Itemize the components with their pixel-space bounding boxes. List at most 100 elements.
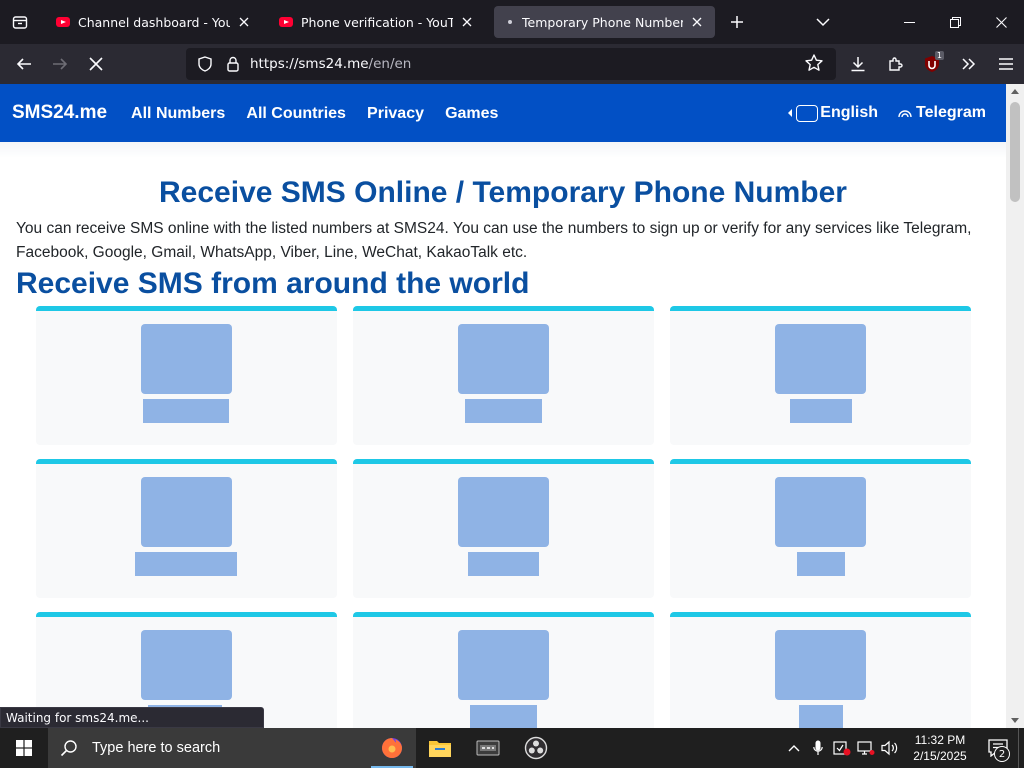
hamburger-menu-icon bbox=[998, 58, 1013, 70]
tray-volume[interactable] bbox=[878, 728, 902, 768]
flag-placeholder bbox=[141, 630, 232, 700]
language-dropdown[interactable]: English bbox=[788, 104, 878, 122]
label-placeholder bbox=[468, 552, 539, 576]
flag-placeholder bbox=[775, 630, 866, 700]
flag-placeholder bbox=[141, 324, 232, 394]
country-card[interactable] bbox=[670, 612, 971, 728]
nav-privacy[interactable]: Privacy bbox=[367, 105, 424, 122]
scroll-up-arrow-icon[interactable] bbox=[1011, 88, 1019, 94]
site-brand-link[interactable]: SMS24.me bbox=[12, 102, 107, 124]
double-chevron-right-icon bbox=[961, 58, 975, 70]
taskbar-firefox[interactable] bbox=[368, 728, 416, 768]
country-card[interactable] bbox=[670, 306, 971, 445]
restore-icon bbox=[949, 16, 961, 28]
taskbar-file-explorer[interactable] bbox=[416, 728, 464, 768]
tray-security[interactable] bbox=[830, 728, 854, 768]
clock-time: 11:32 PM bbox=[914, 733, 966, 747]
nav-all-countries[interactable]: All Countries bbox=[246, 105, 346, 122]
label-placeholder bbox=[143, 399, 229, 423]
address-bar[interactable]: https://sms24.me/en/en bbox=[186, 48, 836, 80]
country-card[interactable] bbox=[353, 612, 654, 728]
site-header-right: English Telegram bbox=[788, 84, 986, 142]
ublock-origin-button[interactable]: 1 bbox=[913, 48, 950, 80]
folder-icon bbox=[429, 741, 451, 757]
tray-network[interactable] bbox=[854, 728, 878, 768]
scroll-down-arrow-icon[interactable] bbox=[1011, 718, 1019, 724]
country-card[interactable] bbox=[353, 459, 654, 598]
action-center-button[interactable]: 2 bbox=[978, 728, 1018, 768]
tab-temporary-phone-numbers[interactable]: Temporary Phone Numbers | Receive SMS bbox=[494, 6, 715, 38]
bookmark-star-icon[interactable] bbox=[804, 53, 824, 77]
firefox-view-button[interactable] bbox=[0, 0, 40, 44]
taskbar-clock[interactable]: 11:32 PM 2/15/2025 bbox=[902, 732, 978, 764]
minimize-button[interactable] bbox=[886, 0, 932, 44]
extension-badge: 1 bbox=[934, 51, 944, 60]
tab-title: Phone verification - YouTube bbox=[301, 14, 453, 30]
language-label: English bbox=[820, 104, 879, 121]
plus-icon bbox=[731, 16, 743, 28]
url-text: https://sms24.me/en/en bbox=[250, 56, 411, 72]
country-card[interactable] bbox=[36, 459, 337, 598]
flag-placeholder bbox=[775, 477, 866, 547]
close-icon[interactable] bbox=[459, 14, 475, 30]
section-title: Receive SMS from around the world bbox=[16, 267, 530, 300]
back-arrow-icon bbox=[16, 58, 31, 70]
network-icon bbox=[857, 741, 875, 755]
stop-button[interactable] bbox=[78, 48, 114, 80]
country-card[interactable] bbox=[353, 306, 654, 445]
volume-icon bbox=[881, 740, 898, 756]
puzzle-icon bbox=[888, 57, 903, 71]
list-all-tabs-button[interactable] bbox=[803, 6, 843, 38]
label-placeholder bbox=[790, 399, 852, 423]
taskbar-obs-studio[interactable] bbox=[512, 728, 560, 768]
flag-placeholder bbox=[775, 324, 866, 394]
intro-text: You can receive SMS online with the list… bbox=[16, 220, 972, 261]
tab-bar: Channel dashboard - YouTube Studio Phone… bbox=[0, 0, 1024, 44]
telegram-icon bbox=[898, 110, 912, 118]
new-tab-button[interactable] bbox=[717, 6, 757, 38]
tracking-protection-shield-icon[interactable] bbox=[194, 53, 216, 75]
country-card[interactable] bbox=[670, 459, 971, 598]
more-tools-button[interactable] bbox=[950, 48, 987, 80]
close-icon[interactable] bbox=[236, 14, 252, 30]
minimize-icon bbox=[903, 21, 915, 23]
tab-title: Temporary Phone Numbers | Receive SMS bbox=[522, 14, 683, 30]
extensions-button[interactable] bbox=[876, 48, 913, 80]
tab-phone-verification[interactable]: Phone verification - YouTube bbox=[269, 6, 485, 38]
label-placeholder bbox=[465, 399, 542, 423]
close-icon[interactable] bbox=[689, 14, 705, 30]
restore-button[interactable] bbox=[932, 0, 978, 44]
label-placeholder bbox=[135, 552, 237, 576]
country-card[interactable] bbox=[36, 306, 337, 445]
label-placeholder bbox=[470, 705, 537, 728]
taskbar-search-box[interactable]: Type here to search bbox=[48, 728, 368, 768]
forward-button[interactable] bbox=[42, 48, 78, 80]
tab-channel-dashboard[interactable]: Channel dashboard - YouTube Studio bbox=[46, 6, 262, 38]
url-host: https://sms24.me bbox=[250, 56, 369, 72]
status-tooltip: Waiting for sms24.me... bbox=[0, 707, 264, 728]
chevron-down-icon bbox=[816, 18, 830, 27]
nav-games[interactable]: Games bbox=[445, 105, 498, 122]
app-menu-button[interactable] bbox=[987, 48, 1024, 80]
page-scrollbar[interactable] bbox=[1006, 84, 1024, 728]
page-title: Receive SMS Online / Temporary Phone Num… bbox=[159, 176, 847, 209]
nav-all-numbers[interactable]: All Numbers bbox=[131, 105, 225, 122]
toolbar-right: 1 bbox=[839, 48, 1024, 80]
flag-placeholder bbox=[141, 477, 232, 547]
navigation-toolbar: https://sms24.me/en/en 1 bbox=[0, 44, 1024, 84]
tray-microphone[interactable] bbox=[806, 728, 830, 768]
window-controls bbox=[886, 0, 1024, 44]
telegram-link[interactable]: Telegram bbox=[898, 104, 986, 122]
scrollbar-thumb[interactable] bbox=[1010, 102, 1020, 202]
search-icon bbox=[60, 740, 77, 757]
tray-overflow-button[interactable] bbox=[782, 728, 806, 768]
downloads-button[interactable] bbox=[839, 48, 876, 80]
start-button[interactable] bbox=[0, 728, 48, 768]
back-button[interactable] bbox=[6, 48, 42, 80]
taskbar-app-window[interactable] bbox=[464, 728, 512, 768]
close-window-button[interactable] bbox=[978, 0, 1024, 44]
clock-date: 2/15/2025 bbox=[913, 749, 967, 763]
lock-icon[interactable] bbox=[222, 53, 244, 75]
show-desktop-button[interactable] bbox=[1018, 728, 1024, 768]
flag-placeholder bbox=[458, 630, 549, 700]
